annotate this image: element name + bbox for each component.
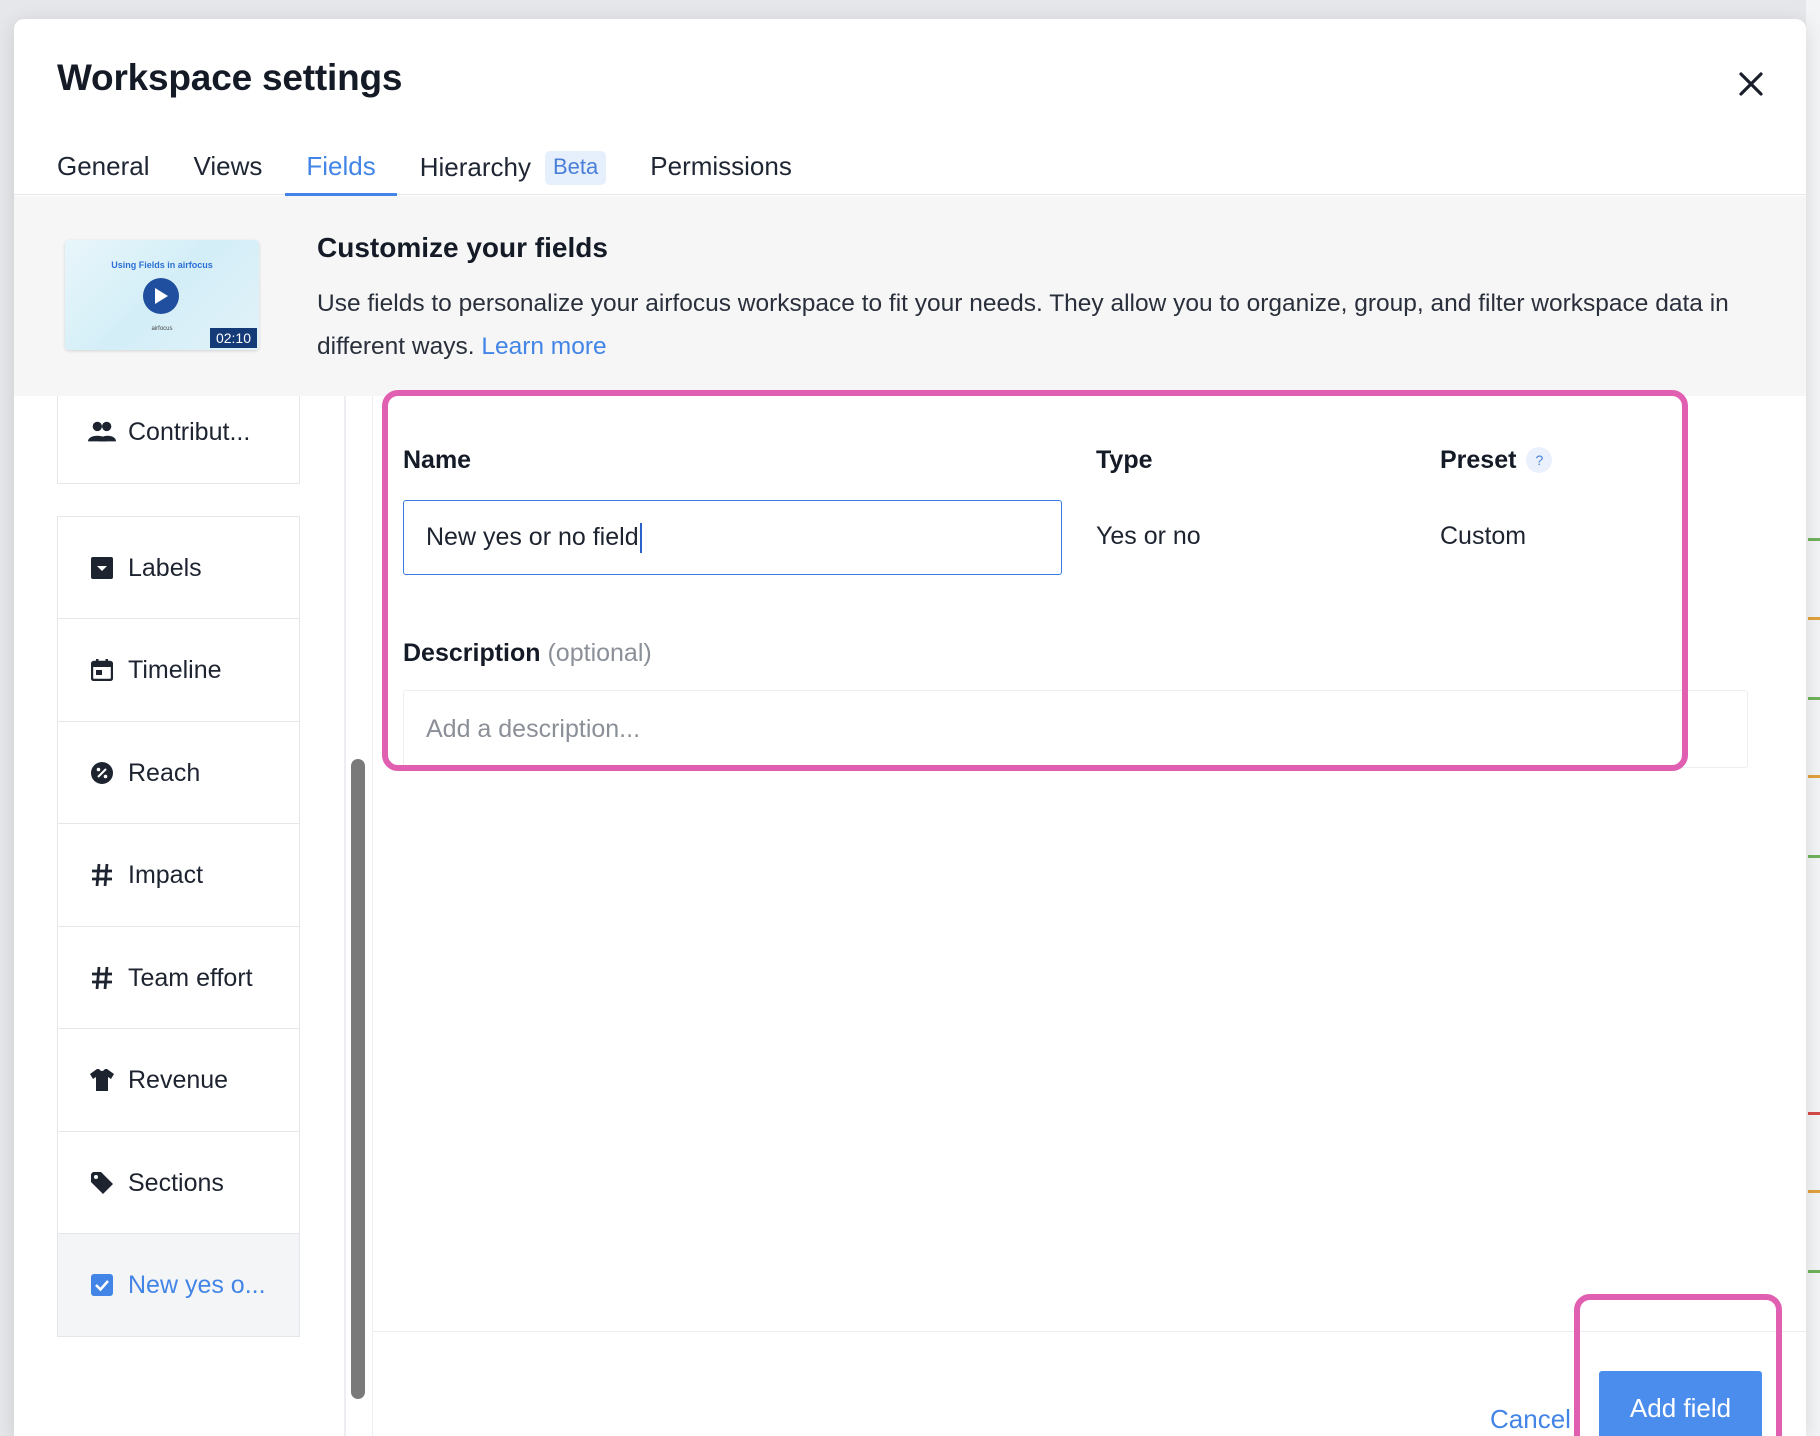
background-tick xyxy=(1808,1270,1820,1273)
close-button[interactable] xyxy=(1726,59,1776,109)
field-list-scrollbar[interactable] xyxy=(351,759,365,1399)
preset-value: Custom xyxy=(1440,522,1527,550)
background-tick xyxy=(1808,697,1820,700)
field-item-label: Sections xyxy=(128,1168,224,1197)
field-item-new-yes-or-no[interactable]: New yes o... xyxy=(57,1233,300,1337)
background-tick xyxy=(1808,617,1820,620)
description-input[interactable]: Add a description... xyxy=(403,690,1748,768)
tab-hierarchy-label: Hierarchy xyxy=(419,152,531,182)
settings-tabs: General Views Fields Hierarchy Beta Permi… xyxy=(57,133,836,196)
description-label-text: Description xyxy=(403,639,541,667)
field-item-team-effort[interactable]: Team effort xyxy=(57,926,300,1030)
background-tick xyxy=(1808,1190,1820,1193)
fields-intro-banner: Using Fields in airfocus airfocus 02:10 … xyxy=(14,196,1806,396)
field-item-label: Labels xyxy=(128,553,202,582)
shirt-icon xyxy=(88,1066,116,1094)
modal-title: Workspace settings xyxy=(57,57,403,98)
cancel-button[interactable]: Cancel xyxy=(1490,1396,1571,1436)
footer-divider xyxy=(373,1331,1806,1332)
calendar-icon xyxy=(88,656,116,684)
name-input-value: New yes or no field xyxy=(426,523,639,551)
field-item-label: Revenue xyxy=(128,1065,229,1094)
close-icon xyxy=(1739,72,1763,96)
field-item-labels[interactable]: Labels xyxy=(57,516,300,620)
workspace-settings-modal: Workspace settings General Views Fields … xyxy=(14,19,1806,1436)
preset-label: Preset? xyxy=(1440,446,1553,475)
field-item-revenue[interactable]: Revenue xyxy=(57,1028,300,1132)
field-item-impact[interactable]: Impact xyxy=(57,823,300,927)
beta-badge: Beta xyxy=(545,151,607,185)
field-item-contributors[interactable]: Contribut... xyxy=(57,396,300,484)
field-form: Name Type Preset? New yes or no field Ye… xyxy=(373,390,1806,1436)
tab-permissions[interactable]: Permissions xyxy=(650,133,792,195)
video-thumbnail[interactable]: Using Fields in airfocus airfocus 02:10 xyxy=(65,240,259,350)
dropdown-icon xyxy=(88,554,116,582)
checkbox-icon xyxy=(88,1271,116,1299)
name-label: Name xyxy=(403,446,472,474)
list-divider xyxy=(344,396,346,1436)
hash-icon xyxy=(88,964,116,992)
description-placeholder: Add a description... xyxy=(426,714,641,743)
tag-icon xyxy=(88,1169,116,1197)
field-item-label: Reach xyxy=(128,758,201,787)
help-icon[interactable]: ? xyxy=(1526,447,1553,473)
percent-icon xyxy=(88,759,116,787)
background-tick xyxy=(1808,538,1820,541)
field-item-sections[interactable]: Sections xyxy=(57,1131,300,1235)
field-item-label: Contribut... xyxy=(128,417,251,446)
field-item-label: Team effort xyxy=(128,963,253,992)
people-icon xyxy=(88,418,116,446)
background-tick xyxy=(1808,775,1820,778)
field-item-label: Timeline xyxy=(128,655,222,684)
tab-general[interactable]: General xyxy=(57,133,150,195)
video-duration: 02:10 xyxy=(209,328,257,348)
intro-title: Customize your fields xyxy=(317,232,608,263)
preset-label-text: Preset xyxy=(1440,446,1517,474)
name-input[interactable]: New yes or no field xyxy=(403,500,1062,575)
type-value: Yes or no xyxy=(1096,522,1201,550)
learn-more-link[interactable]: Learn more xyxy=(481,333,606,360)
field-item-reach[interactable]: Reach xyxy=(57,721,300,825)
tab-views[interactable]: Views xyxy=(194,133,263,195)
description-label: Description (optional) xyxy=(403,639,652,668)
type-label: Type xyxy=(1096,446,1153,474)
field-item-timeline[interactable]: Timeline xyxy=(57,618,300,722)
video-title: Using Fields in airfocus xyxy=(111,260,213,270)
text-caret xyxy=(639,522,642,553)
field-item-label: Impact xyxy=(128,860,204,889)
hash-icon xyxy=(88,861,116,889)
background-tick xyxy=(1808,855,1820,858)
intro-text: Use fields to personalize your airfocus … xyxy=(317,282,1767,368)
background-tick xyxy=(1808,1112,1820,1115)
play-icon xyxy=(143,278,179,314)
tab-hierarchy[interactable]: Hierarchy Beta xyxy=(420,133,607,195)
background-panel-edge xyxy=(1806,0,1820,1436)
add-field-button[interactable]: Add field xyxy=(1599,1371,1762,1436)
modal-header: Workspace settings General Views Fields … xyxy=(14,19,1806,196)
field-list: Contribut... Labels Timeline Reach Impac… xyxy=(14,396,344,1436)
field-item-label: New yes o... xyxy=(128,1270,266,1299)
tab-fields[interactable]: Fields xyxy=(285,133,398,196)
optional-hint: (optional) xyxy=(547,639,652,667)
